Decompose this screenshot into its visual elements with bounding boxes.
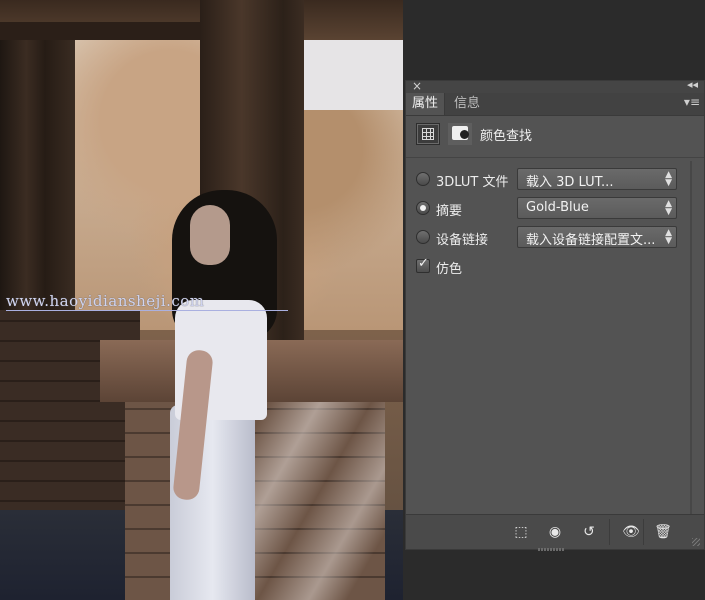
grid-icon[interactable] (416, 123, 440, 145)
radio-abstract[interactable] (416, 201, 430, 215)
clip-to-layer-icon[interactable]: ⬚ (509, 522, 533, 542)
updown-arrow-icon: ▲ ▼ (665, 228, 672, 246)
footer-divider (643, 519, 644, 545)
select-device-link-value: 载入设备链接配置文... (526, 233, 656, 248)
row-abstract: 摘要 Gold-Blue ▲ ▼ (414, 197, 698, 221)
updown-arrow-icon: ▲ ▼ (665, 199, 672, 217)
panel-menu-icon[interactable]: ▾≡ (684, 95, 700, 109)
resize-grip-icon[interactable] (692, 538, 700, 546)
watermark-underline (6, 310, 288, 311)
tab-info[interactable]: 信息 (448, 93, 486, 115)
row-device-link: 设备链接 载入设备链接配置文... ▲ ▼ (414, 226, 698, 250)
delete-icon[interactable]: 🗑 (651, 522, 675, 542)
panel-titlebar[interactable]: × ◂◂ (406, 78, 704, 93)
select-3dlut-value: 载入 3D LUT... (526, 175, 614, 190)
panel-scrollbar[interactable] (690, 161, 692, 516)
panel-footer: ⬚ ◉ ↺ 👁 🗑 (406, 514, 704, 549)
radio-3dlut-file[interactable] (416, 172, 430, 186)
photo-canvas: www.haoyidiansheji.com (0, 0, 403, 600)
person-face (190, 205, 230, 265)
adjustment-title: 颜色查找 (480, 129, 533, 144)
select-device-link[interactable]: 载入设备链接配置文... ▲ ▼ (517, 226, 677, 248)
visibility-icon[interactable]: 👁 (619, 522, 643, 542)
view-previous-icon[interactable]: ◉ (543, 522, 567, 542)
footer-divider (609, 519, 610, 545)
dither-checkbox[interactable]: ✓ (416, 256, 430, 273)
reset-icon[interactable]: ↺ (577, 522, 601, 542)
updown-arrow-icon: ▲ ▼ (665, 170, 672, 188)
select-abstract-value: Gold-Blue (526, 200, 589, 215)
row-dither: ✓ 仿色 (414, 255, 698, 279)
panel-tabbar: 属性 信息 ▾≡ (406, 93, 704, 116)
mask-icon[interactable] (448, 123, 472, 145)
label-dither: 仿色 (436, 262, 463, 277)
watermark-text: www.haoyidiansheji.com (6, 292, 205, 310)
check-icon: ✓ (418, 256, 429, 271)
pillar-sunlight (245, 400, 385, 600)
divider (406, 157, 704, 158)
select-3dlut-file[interactable]: 载入 3D LUT... ▲ ▼ (517, 168, 677, 190)
label-abstract: 摘要 (436, 204, 463, 219)
collapse-icon[interactable]: ◂◂ (687, 78, 698, 91)
radio-device-link[interactable] (416, 230, 430, 244)
tab-properties[interactable]: 属性 (406, 93, 446, 115)
close-icon[interactable]: × (412, 79, 422, 93)
row-3dlut-file: 3DLUT 文件 载入 3D LUT... ▲ ▼ (414, 168, 698, 192)
label-device-link: 设备链接 (436, 233, 489, 248)
properties-panel: × ◂◂ 属性 信息 ▾≡ 颜色查找 3DLUT 文件 载入 3D LUT...… (405, 78, 705, 550)
panel-drag-handle[interactable] (538, 548, 564, 551)
label-3dlut-file: 3DLUT 文件 (436, 175, 509, 190)
select-abstract[interactable]: Gold-Blue ▲ ▼ (517, 197, 677, 219)
